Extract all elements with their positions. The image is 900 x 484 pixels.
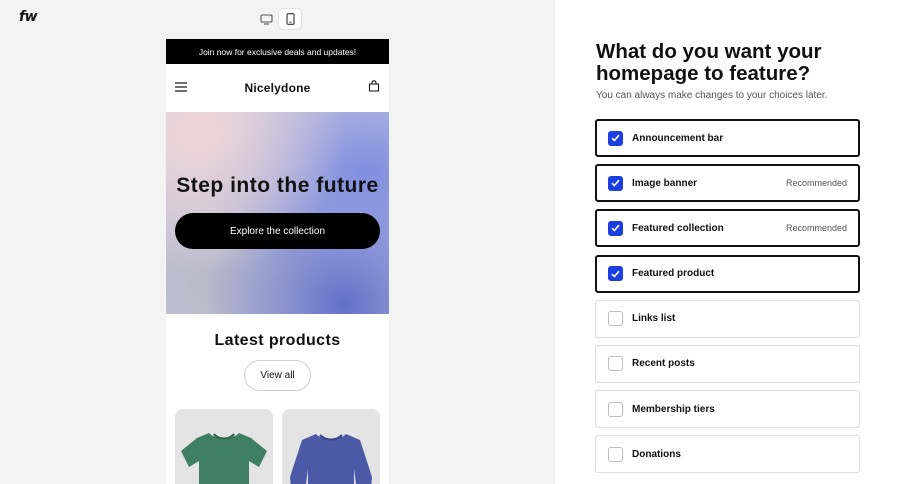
- store-name[interactable]: Nicelydone: [244, 81, 310, 95]
- option-label: Donations: [632, 448, 681, 460]
- option-label: Links list: [632, 313, 676, 325]
- panel-subtext: You can always make changes to your choi…: [596, 90, 828, 101]
- desktop-icon: [259, 13, 273, 25]
- option-announcement-bar[interactable]: Announcement bar: [595, 119, 860, 157]
- checkmark-icon: [611, 134, 620, 142]
- checkmark-icon: [611, 225, 620, 233]
- view-all-button[interactable]: View all: [244, 360, 311, 391]
- product-card[interactable]: [282, 409, 380, 484]
- announcement-bar: Join now for exclusive deals and updates…: [166, 39, 389, 64]
- latest-products-title: Latest products: [214, 332, 341, 349]
- device-toggle: [255, 9, 301, 29]
- recommended-tag: Recommended: [785, 223, 847, 234]
- explore-collection-button[interactable]: Explore the collection: [175, 213, 380, 249]
- checkbox[interactable]: [608, 446, 623, 462]
- mobile-icon: [285, 13, 295, 25]
- option-label: Image banner: [632, 177, 698, 189]
- blue-sweatshirt-icon: [290, 434, 372, 484]
- setup-panel: What do you want your homepage to featur…: [555, 0, 900, 484]
- feature-options: Announcement bar Image banner Recommende…: [595, 119, 860, 481]
- option-recent-posts[interactable]: Recent posts: [595, 344, 860, 383]
- product-card[interactable]: [175, 409, 273, 484]
- checkbox[interactable]: [608, 220, 623, 236]
- checkmark-icon: [611, 179, 620, 187]
- option-label: Announcement bar: [632, 132, 724, 144]
- option-image-banner[interactable]: Image banner Recommended: [595, 164, 860, 203]
- option-featured-product[interactable]: Featured product: [595, 254, 860, 293]
- checkmark-icon: [611, 270, 620, 278]
- desktop-view-button[interactable]: [255, 9, 277, 29]
- shopping-bag-icon[interactable]: [368, 79, 380, 97]
- checkbox[interactable]: [608, 175, 623, 191]
- checkbox[interactable]: [608, 266, 623, 282]
- checkbox[interactable]: [608, 311, 623, 327]
- product-grid: [166, 391, 389, 484]
- option-label: Membership tiers: [632, 403, 715, 415]
- preview-pane: fw Join now for exclusive deals and upda…: [0, 0, 555, 484]
- store-header: Nicelydone: [166, 64, 389, 112]
- menu-icon[interactable]: [175, 79, 187, 97]
- latest-products-section: Latest products View all: [166, 314, 389, 484]
- option-featured-collection[interactable]: Featured collection Recommended: [595, 209, 860, 248]
- mobile-view-button[interactable]: [279, 9, 301, 29]
- image-banner: Step into the future Explore the collect…: [166, 112, 389, 314]
- panel-heading: What do you want your homepage to featur…: [596, 40, 822, 85]
- option-membership-tiers[interactable]: Membership tiers: [595, 390, 860, 429]
- option-donations[interactable]: Donations: [595, 435, 860, 474]
- checkbox[interactable]: [608, 356, 623, 372]
- hero-title: Step into the future: [176, 174, 379, 197]
- option-links-list[interactable]: Links list: [595, 299, 860, 338]
- option-label: Featured product: [632, 268, 715, 280]
- green-tshirt-icon: [181, 433, 267, 484]
- mobile-preview: Join now for exclusive deals and updates…: [166, 39, 389, 484]
- checkbox[interactable]: [608, 401, 623, 417]
- option-label: Recent posts: [632, 358, 695, 370]
- app-logo[interactable]: fw: [19, 9, 38, 25]
- checkbox[interactable]: [608, 130, 623, 146]
- option-label: Featured collection: [632, 222, 724, 234]
- recommended-tag: Recommended: [785, 178, 847, 189]
